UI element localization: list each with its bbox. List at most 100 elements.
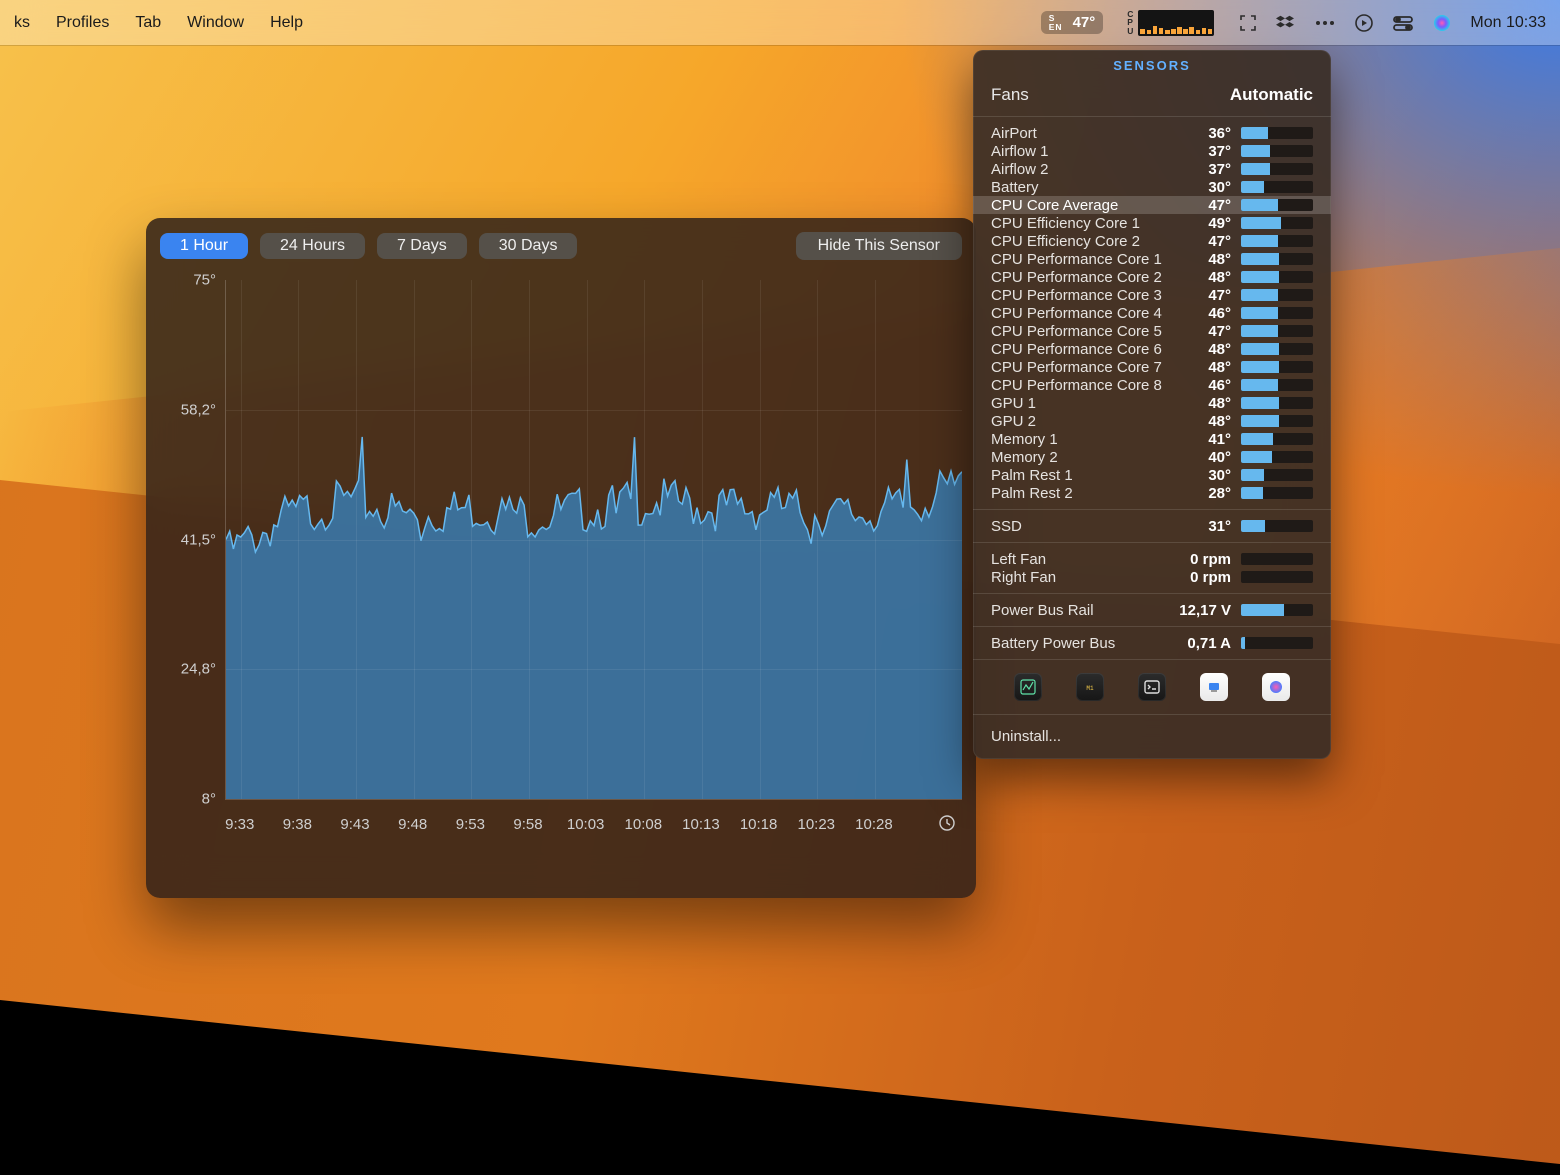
sensor-bar <box>1241 145 1313 157</box>
sensor-bar <box>1241 604 1313 616</box>
sensor-row[interactable]: GPU 148° <box>973 394 1331 412</box>
sensor-row[interactable]: Palm Rest 228° <box>973 484 1331 502</box>
sensor-label: CPU Efficiency Core 1 <box>991 215 1165 232</box>
footer-icon-activity[interactable] <box>1014 673 1042 701</box>
sensor-label: CPU Performance Core 6 <box>991 341 1165 358</box>
sensor-row-ssd[interactable]: SSD 31° <box>973 517 1331 535</box>
sensor-row-right-fan[interactable]: Right Fan 0 rpm <box>973 568 1331 586</box>
range-segment-group: 1 Hour 24 Hours 7 Days 30 Days <box>160 233 577 259</box>
sensor-value: 30° <box>1175 179 1231 196</box>
ellipsis-icon[interactable] <box>1314 13 1336 33</box>
sensor-row[interactable]: CPU Efficiency Core 149° <box>973 214 1331 232</box>
sensor-row[interactable]: CPU Performance Core 347° <box>973 286 1331 304</box>
sensor-row[interactable]: CPU Performance Core 648° <box>973 340 1331 358</box>
fans-mode: Automatic <box>1230 85 1313 105</box>
sensor-row-left-fan[interactable]: Left Fan 0 rpm <box>973 550 1331 568</box>
menu-item-profiles[interactable]: Profiles <box>56 14 109 32</box>
sensor-row[interactable]: CPU Performance Core 7 48° <box>973 358 1331 376</box>
sensor-bar <box>1241 397 1313 409</box>
sensor-row[interactable]: AirPort36° <box>973 124 1331 142</box>
sensor-bar <box>1241 199 1313 211</box>
uninstall-button[interactable]: Uninstall... <box>973 718 1331 759</box>
x-tick: 9:33 <box>225 816 254 833</box>
sensor-value: 48° <box>1175 395 1231 412</box>
menubar-clock[interactable]: Mon 10:33 <box>1470 14 1546 32</box>
menubar-cpu-widget[interactable]: C P U <box>1121 8 1220 38</box>
sensor-label: Palm Rest 2 <box>991 485 1165 502</box>
fit-screen-icon[interactable] <box>1238 13 1258 33</box>
range-30-days[interactable]: 30 Days <box>479 233 578 259</box>
sensor-bar <box>1241 451 1313 463</box>
sensor-value: 37° <box>1175 161 1231 178</box>
sensor-bar <box>1241 637 1313 649</box>
chart-window: 1 Hour 24 Hours 7 Days 30 Days Hide This Se… <box>146 218 976 898</box>
sensor-row[interactable]: CPU Efficiency Core 247° <box>973 232 1331 250</box>
range-7-days[interactable]: 7 Days <box>377 233 467 259</box>
fans-label: Fans <box>991 85 1029 105</box>
sensor-bar <box>1241 325 1313 337</box>
x-tick: 9:58 <box>513 816 542 833</box>
sensor-row-power-bus[interactable]: Power Bus Rail 12,17 V <box>973 601 1331 619</box>
sensor-value: 48° <box>1175 251 1231 268</box>
siri-icon[interactable] <box>1432 13 1452 33</box>
footer-icon-browser[interactable] <box>1262 673 1290 701</box>
sensor-label: Airflow 1 <box>991 143 1165 160</box>
sensor-bar <box>1241 433 1313 445</box>
control-center-icon[interactable] <box>1392 13 1414 33</box>
chart-plot[interactable] <box>225 280 962 800</box>
menubar-sensor-widget[interactable]: S EN 47° <box>1041 11 1104 34</box>
x-tick: 9:43 <box>340 816 369 833</box>
sensor-bar <box>1241 361 1313 373</box>
sensor-value: 46° <box>1175 377 1231 394</box>
footer-icon-system[interactable] <box>1200 673 1228 701</box>
sensor-value: 47° <box>1175 233 1231 250</box>
footer-icon-stats[interactable]: M1 <box>1076 673 1104 701</box>
footer-icon-terminal[interactable] <box>1138 673 1166 701</box>
svg-text:M1: M1 <box>1086 685 1094 692</box>
play-circle-icon[interactable] <box>1354 13 1374 33</box>
x-tick: 10:03 <box>567 816 605 833</box>
sensors-popover: SENSORS Fans Automatic AirPort36°Airflow… <box>973 50 1331 759</box>
sensor-row-battery-bus[interactable]: Battery Power Bus 0,71 A <box>973 634 1331 652</box>
menubar-left: ks Profiles Tab Window Help <box>14 14 303 32</box>
sensor-row[interactable]: CPU Performance Core 446° <box>973 304 1331 322</box>
sensor-value: 48° <box>1175 359 1231 376</box>
sensor-bar <box>1241 571 1313 583</box>
sensor-row[interactable]: Memory 141° <box>973 430 1331 448</box>
sensor-row[interactable]: Battery30° <box>973 178 1331 196</box>
sensor-bar <box>1241 271 1313 283</box>
sensor-value: 48° <box>1175 413 1231 430</box>
sensor-bar <box>1241 253 1313 265</box>
sensor-row[interactable]: Airflow 237° <box>973 160 1331 178</box>
sensor-label: CPU Performance Core 4 <box>991 305 1165 322</box>
sensor-row[interactable]: CPU Performance Core 148° <box>973 250 1331 268</box>
sensor-row[interactable]: CPU Performance Core 5 47° <box>973 322 1331 340</box>
sensor-row[interactable]: CPU Core Average47° <box>973 196 1331 214</box>
sensor-row[interactable]: CPU Performance Core 846° <box>973 376 1331 394</box>
range-24-hours[interactable]: 24 Hours <box>260 233 365 259</box>
sensor-row[interactable]: CPU Performance Core 248° <box>973 268 1331 286</box>
x-tick: 9:53 <box>456 816 485 833</box>
menu-item-ks[interactable]: ks <box>14 14 30 32</box>
dropbox-icon[interactable] <box>1276 13 1296 33</box>
sensor-value: 47° <box>1175 323 1231 340</box>
sensor-row[interactable]: Memory 240° <box>973 448 1331 466</box>
sensor-row[interactable]: Palm Rest 130° <box>973 466 1331 484</box>
sensor-row[interactable]: GPU 248° <box>973 412 1331 430</box>
sensor-label: CPU Performance Core 5 <box>991 323 1165 340</box>
menu-item-help[interactable]: Help <box>270 14 303 32</box>
menubar: ks Profiles Tab Window Help S EN 47° C P U <box>0 0 1560 45</box>
sensor-label: CPU Performance Core 7 <box>991 359 1165 376</box>
fans-header[interactable]: Fans Automatic <box>973 77 1331 113</box>
sensor-value: 47° <box>1175 287 1231 304</box>
sensor-bar <box>1241 520 1313 532</box>
sensor-value: 47° <box>1073 14 1096 31</box>
sensor-bar <box>1241 181 1313 193</box>
range-1-hour[interactable]: 1 Hour <box>160 233 248 259</box>
hide-sensor-button[interactable]: Hide This Sensor <box>796 232 962 260</box>
menu-item-tab[interactable]: Tab <box>135 14 161 32</box>
sensor-bar <box>1241 127 1313 139</box>
menu-item-window[interactable]: Window <box>187 14 244 32</box>
sensor-row[interactable]: Airflow 137° <box>973 142 1331 160</box>
sensor-bar <box>1241 289 1313 301</box>
